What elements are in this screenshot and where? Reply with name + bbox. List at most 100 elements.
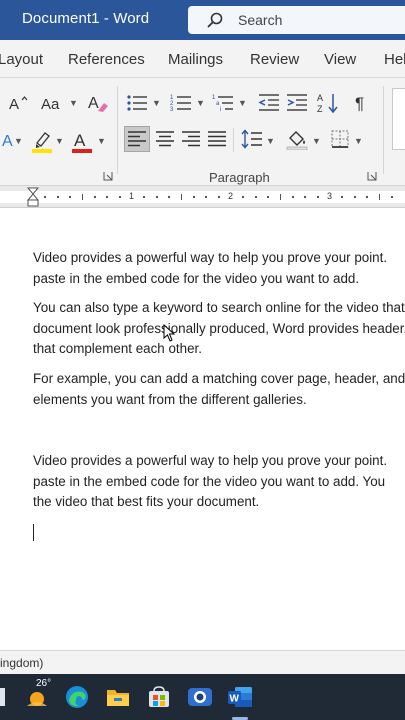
align-left-icon (128, 131, 146, 147)
tab-layout[interactable]: Layout (0, 51, 43, 68)
decrease-indent-button[interactable] (256, 91, 282, 115)
svg-text:A: A (2, 133, 13, 150)
svg-text:A: A (88, 95, 99, 112)
chevron-down-icon[interactable]: ▼ (354, 136, 363, 146)
font-dialog-launcher-icon[interactable] (103, 171, 113, 181)
show-formatting-button[interactable]: ¶ (350, 91, 372, 115)
increase-indent-button[interactable] (284, 91, 310, 115)
document-page[interactable]: Video provides a powerful way to help yo… (0, 208, 405, 650)
document-title: Document1 - Word (22, 10, 150, 27)
language-status[interactable]: ingdom) (0, 656, 43, 670)
search-icon (207, 12, 223, 28)
font-color-button[interactable]: A (70, 128, 94, 154)
chevron-down-icon[interactable]: ▼ (152, 98, 161, 108)
tab-review[interactable]: Review (250, 51, 299, 68)
shading-button[interactable] (284, 126, 310, 152)
svg-text:A: A (9, 96, 19, 112)
ruler-tick (366, 196, 369, 198)
justify-button[interactable] (204, 126, 230, 152)
tab-references[interactable]: References (68, 51, 145, 68)
divider (233, 128, 234, 152)
svg-text:Aa: Aa (41, 96, 60, 112)
ruler-tick (242, 196, 245, 198)
bullets-button[interactable] (124, 91, 150, 115)
svg-text:i: i (220, 107, 221, 113)
edge-app[interactable] (62, 682, 92, 712)
paragraph-dialog-launcher-icon[interactable] (367, 171, 377, 181)
multilevel-list-button[interactable]: 1 a i (210, 91, 236, 115)
styles-gallery[interactable] (392, 88, 405, 150)
decrease-indent-icon (258, 94, 279, 111)
camera-app[interactable] (185, 682, 215, 712)
svg-text:¶: ¶ (355, 94, 364, 113)
start-button-edge[interactable] (0, 688, 5, 706)
chevron-down-icon[interactable]: ▼ (69, 98, 78, 108)
taskbar: 26° W (0, 674, 405, 720)
clear-formatting-icon: A (88, 95, 108, 112)
ruler-tick (69, 196, 72, 198)
numbering-button[interactable]: 1 2 3 (168, 91, 194, 115)
chevron-down-icon[interactable]: ▼ (14, 136, 23, 146)
file-explorer-app[interactable] (103, 682, 133, 712)
word-icon: W (228, 687, 252, 707)
chevron-down-icon[interactable]: ▼ (266, 136, 275, 146)
paragraph-2[interactable]: You can also type a keyword to search on… (33, 298, 405, 360)
chevron-down-icon[interactable]: ▼ (238, 98, 247, 108)
align-center-button[interactable] (152, 126, 178, 152)
ruler-tick (56, 196, 59, 198)
tab-help[interactable]: Help (384, 51, 405, 68)
ruler-tick (81, 194, 83, 200)
numbering-icon: 1 2 3 (170, 95, 191, 113)
camera-icon (188, 688, 212, 706)
sort-button[interactable]: A Z (316, 91, 340, 115)
paragraph-1[interactable]: Video provides a powerful way to help yo… (33, 248, 405, 289)
svg-text:W: W (230, 694, 240, 705)
tab-view[interactable]: View (324, 51, 356, 68)
ruler-tick (155, 196, 158, 198)
pilcrow-icon: ¶ (355, 94, 364, 113)
ruler-tick (118, 196, 121, 198)
chevron-down-icon[interactable]: ▼ (55, 136, 64, 146)
ruler-tick (205, 196, 208, 198)
ruler-tick (44, 196, 47, 198)
tab-mailings[interactable]: Mailings (168, 51, 223, 68)
ribbon-tabs: Layout References Mailings Review View H… (0, 40, 405, 78)
horizontal-ruler[interactable]: 1 2 3 (0, 186, 405, 208)
paragraph-4[interactable]: Video provides a powerful way to help yo… (33, 451, 405, 513)
paint-bucket-icon (286, 131, 308, 150)
font-size-icon: A (9, 96, 28, 112)
align-center-icon (156, 131, 174, 147)
store-app[interactable] (144, 682, 174, 712)
ruler-tick (168, 196, 171, 198)
borders-button[interactable] (328, 126, 352, 152)
highlight-button[interactable] (30, 128, 54, 154)
indent-marker-icon[interactable] (27, 187, 39, 207)
increase-indent-icon (287, 94, 307, 111)
ruler-tick (180, 194, 182, 200)
font-size-icon-button[interactable]: A (6, 92, 30, 114)
search-placeholder: Search (238, 12, 283, 28)
clear-formatting-button[interactable]: A (86, 91, 110, 115)
align-left-button[interactable] (124, 126, 150, 152)
align-right-button[interactable] (178, 126, 204, 152)
ruler-number: 2 (228, 191, 234, 201)
sort-icon: A Z (317, 93, 338, 114)
ruler-number: 1 (129, 191, 135, 201)
ruler-tick (353, 196, 356, 198)
svg-text:3: 3 (170, 107, 174, 113)
search-box[interactable]: Search (188, 6, 405, 34)
chevron-down-icon[interactable]: ▼ (196, 98, 205, 108)
word-app[interactable]: W (225, 682, 255, 712)
bullets-icon (127, 95, 147, 111)
align-right-icon (182, 131, 200, 147)
paragraph-3[interactable]: For example, you can add a matching cove… (33, 369, 405, 410)
chevron-down-icon[interactable]: ▼ (312, 136, 321, 146)
ruler-tick (341, 196, 344, 198)
line-spacing-button[interactable] (240, 126, 264, 152)
text-cursor (33, 524, 34, 541)
change-case-button[interactable]: Aa (36, 92, 68, 114)
change-case-icon: Aa (41, 96, 60, 112)
ribbon: A Aa ▼ A A ▼ ▼ A ▼ ▼ 1 2 3 ▼ 1 a i ▼ A Z… (0, 78, 405, 186)
chevron-down-icon[interactable]: ▼ (97, 136, 106, 146)
svg-text:A: A (74, 131, 86, 150)
